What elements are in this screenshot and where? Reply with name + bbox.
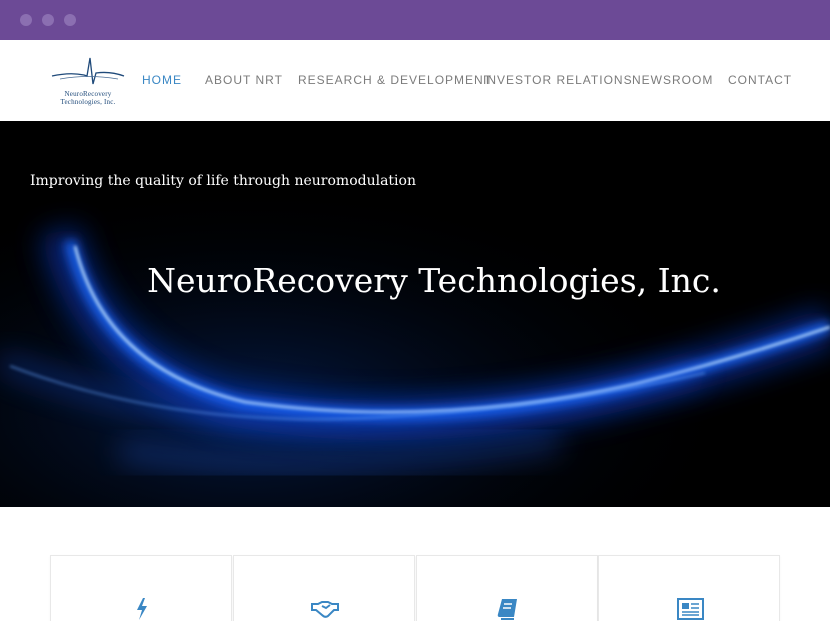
hero-tagline: Improving the quality of life through ne… bbox=[30, 173, 416, 189]
handshake-icon bbox=[310, 596, 340, 621]
newspaper-icon bbox=[675, 596, 705, 621]
feature-card-3[interactable] bbox=[416, 555, 598, 621]
window-maximize-button[interactable] bbox=[64, 14, 76, 26]
book-icon bbox=[493, 596, 523, 621]
nav-research-development[interactable]: RESEARCH & DEVELOPMENT bbox=[298, 73, 492, 87]
feature-card-1[interactable] bbox=[50, 555, 232, 621]
browser-title-bar bbox=[0, 0, 830, 40]
nav-investor-relations[interactable]: INVESTOR RELATIONS bbox=[483, 73, 633, 87]
window-minimize-button[interactable] bbox=[42, 14, 54, 26]
hero-title: NeuroRecovery Technologies, Inc. bbox=[147, 261, 721, 300]
main-navigation: HOME ABOUT NRT RESEARCH & DEVELOPMENT IN… bbox=[0, 73, 830, 89]
feature-cards bbox=[50, 555, 780, 621]
nav-newsroom[interactable]: NEWSROOM bbox=[632, 73, 713, 87]
nav-home[interactable]: HOME bbox=[142, 73, 182, 87]
logo-text-line1: NeuroRecovery bbox=[64, 90, 112, 98]
logo-text-line2: Technologies, Inc. bbox=[60, 98, 116, 106]
feature-card-4[interactable] bbox=[598, 555, 780, 621]
hero-banner: Improving the quality of life through ne… bbox=[0, 121, 830, 507]
window-close-button[interactable] bbox=[20, 14, 32, 26]
nav-about-nrt[interactable]: ABOUT NRT bbox=[205, 73, 283, 87]
feature-card-2[interactable] bbox=[233, 555, 415, 621]
lightning-bolt-icon bbox=[127, 596, 157, 621]
nav-contact[interactable]: CONTACT bbox=[728, 73, 792, 87]
site-header: NeuroRecovery Technologies, Inc. HOME AB… bbox=[0, 40, 830, 121]
